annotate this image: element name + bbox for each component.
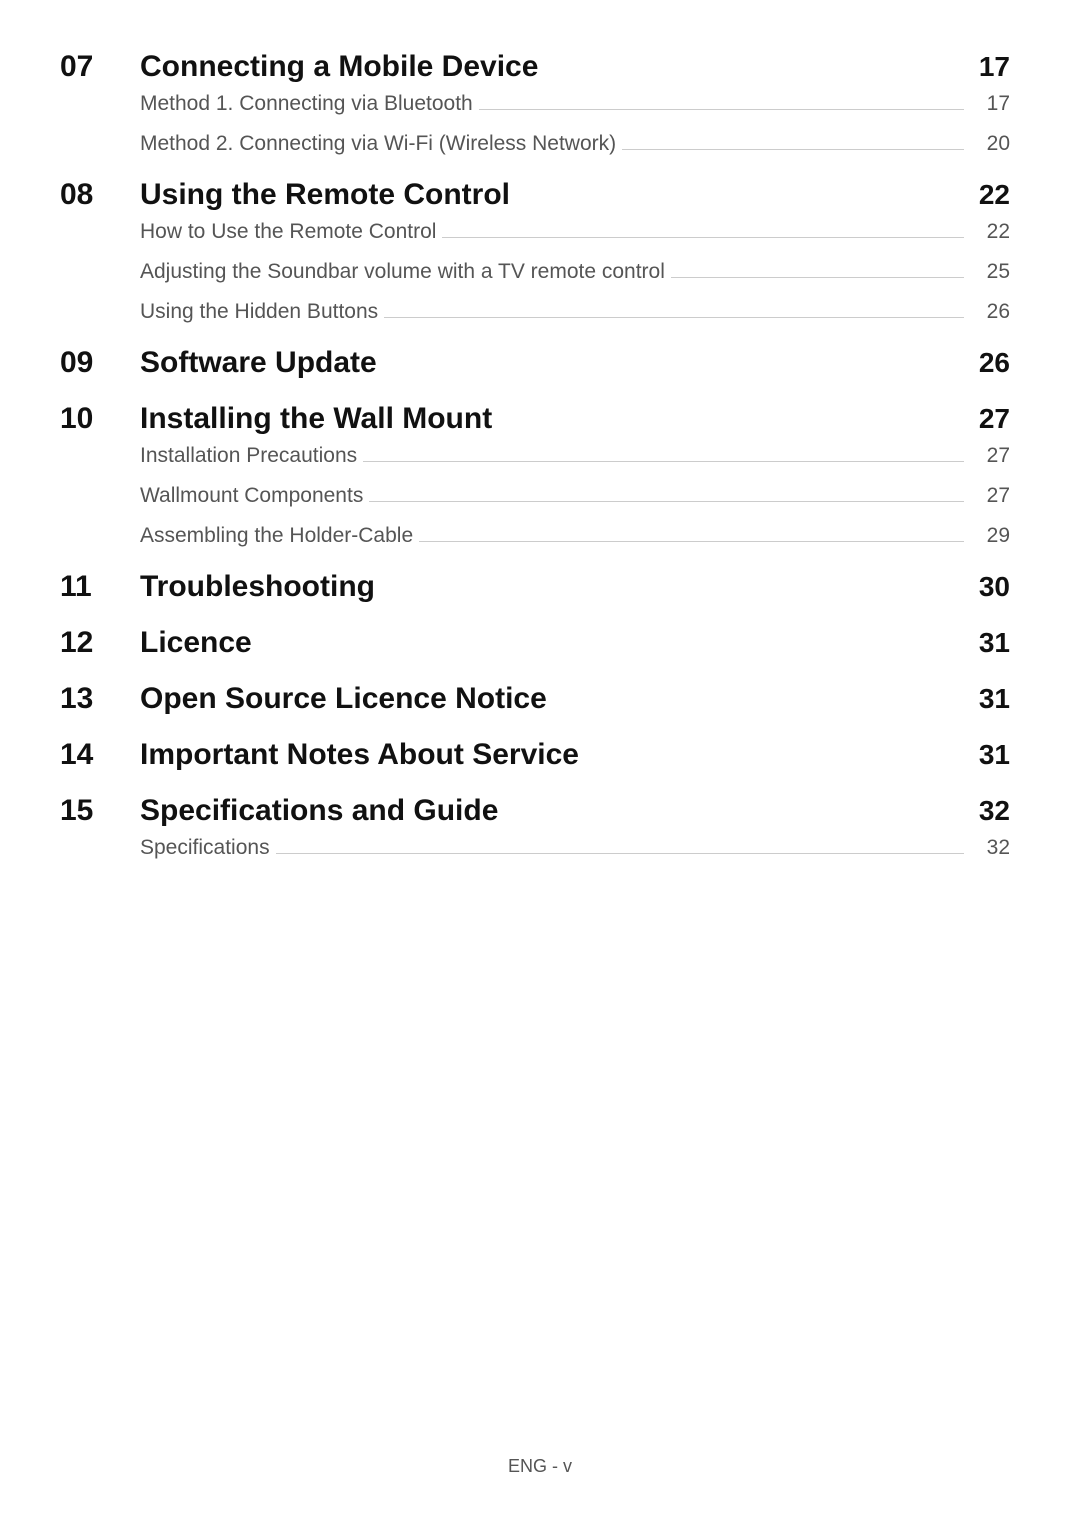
leader-line [363, 461, 964, 462]
toc-section: 13Open Source Licence Notice31 [60, 682, 1010, 716]
toc-section: 08Using the Remote Control22How to Use t… [60, 178, 1010, 324]
toc-subitem[interactable]: Method 1. Connecting via Bluetooth 17 [60, 92, 1010, 116]
leader-line [369, 501, 964, 502]
subitem-page: 27 [970, 484, 1010, 508]
toc-subitem[interactable]: Assembling the Holder-Cable 29 [60, 524, 1010, 548]
subitem-page: 17 [970, 92, 1010, 116]
section-page: 17 [950, 51, 1010, 83]
section-page: 30 [950, 571, 1010, 603]
leader-line [671, 277, 964, 278]
leader-line [442, 237, 964, 238]
subitem-page: 26 [970, 300, 1010, 324]
section-title: Troubleshooting [140, 570, 950, 604]
section-title: Specifications and Guide [140, 794, 950, 828]
toc-section: 12Licence31 [60, 626, 1010, 660]
toc-subitem[interactable]: Method 2. Connecting via Wi-Fi (Wireless… [60, 132, 1010, 156]
section-page: 31 [950, 739, 1010, 771]
subitem-title: Installation Precautions [140, 444, 357, 468]
subitem-title: Wallmount Components [140, 484, 363, 508]
leader-line [276, 853, 964, 854]
leader-line [384, 317, 964, 318]
toc-section: 10Installing the Wall Mount27Installatio… [60, 402, 1010, 548]
toc-section-header[interactable]: 09Software Update26 [60, 346, 1010, 380]
leader-line [622, 149, 964, 150]
subitem-page: 20 [970, 132, 1010, 156]
section-number: 14 [60, 738, 140, 772]
section-title: Using the Remote Control [140, 178, 950, 212]
section-title: Open Source Licence Notice [140, 682, 950, 716]
section-number: 13 [60, 682, 140, 716]
section-number: 11 [60, 570, 140, 604]
toc-section-header[interactable]: 11Troubleshooting30 [60, 570, 1010, 604]
toc-subitem[interactable]: Adjusting the Soundbar volume with a TV … [60, 260, 1010, 284]
subitem-page: 32 [970, 836, 1010, 860]
subitem-page: 29 [970, 524, 1010, 548]
section-page: 22 [950, 179, 1010, 211]
section-page: 31 [950, 627, 1010, 659]
subitem-page: 27 [970, 444, 1010, 468]
section-page: 26 [950, 347, 1010, 379]
section-title: Software Update [140, 346, 950, 380]
toc-section-header[interactable]: 13Open Source Licence Notice31 [60, 682, 1010, 716]
toc-section: 14Important Notes About Service31 [60, 738, 1010, 772]
subitem-title: Using the Hidden Buttons [140, 300, 378, 324]
subitem-title: Assembling the Holder-Cable [140, 524, 413, 548]
toc-subitem[interactable]: Installation Precautions 27 [60, 444, 1010, 468]
toc-section: 11Troubleshooting30 [60, 570, 1010, 604]
subitem-title: Adjusting the Soundbar volume with a TV … [140, 260, 665, 284]
section-page: 27 [950, 403, 1010, 435]
leader-line [419, 541, 964, 542]
section-number: 07 [60, 50, 140, 84]
section-page: 31 [950, 683, 1010, 715]
toc-subitem[interactable]: Specifications 32 [60, 836, 1010, 860]
page-footer: ENG - v [0, 1456, 1080, 1477]
toc-section: 07Connecting a Mobile Device17Method 1. … [60, 50, 1010, 156]
subitem-page: 25 [970, 260, 1010, 284]
section-title: Installing the Wall Mount [140, 402, 950, 436]
toc-section-header[interactable]: 15Specifications and Guide32 [60, 794, 1010, 828]
toc-section-header[interactable]: 07Connecting a Mobile Device17 [60, 50, 1010, 84]
section-title: Licence [140, 626, 950, 660]
subitem-page: 22 [970, 220, 1010, 244]
toc-section: 09Software Update26 [60, 346, 1010, 380]
section-number: 09 [60, 346, 140, 380]
leader-line [479, 109, 964, 110]
toc-subitem[interactable]: Using the Hidden Buttons 26 [60, 300, 1010, 324]
section-title: Connecting a Mobile Device [140, 50, 950, 84]
subitem-title: Method 1. Connecting via Bluetooth [140, 92, 473, 116]
subitem-title: How to Use the Remote Control [140, 220, 436, 244]
table-of-contents: 07Connecting a Mobile Device17Method 1. … [60, 50, 1010, 860]
toc-subitem[interactable]: How to Use the Remote Control 22 [60, 220, 1010, 244]
toc-section: 15Specifications and Guide32Specificatio… [60, 794, 1010, 860]
section-number: 08 [60, 178, 140, 212]
section-number: 15 [60, 794, 140, 828]
section-page: 32 [950, 795, 1010, 827]
subitem-title: Method 2. Connecting via Wi-Fi (Wireless… [140, 132, 616, 156]
section-number: 12 [60, 626, 140, 660]
section-title: Important Notes About Service [140, 738, 950, 772]
toc-section-header[interactable]: 08Using the Remote Control22 [60, 178, 1010, 212]
subitem-title: Specifications [140, 836, 270, 860]
toc-section-header[interactable]: 12Licence31 [60, 626, 1010, 660]
toc-section-header[interactable]: 14Important Notes About Service31 [60, 738, 1010, 772]
toc-section-header[interactable]: 10Installing the Wall Mount27 [60, 402, 1010, 436]
toc-subitem[interactable]: Wallmount Components 27 [60, 484, 1010, 508]
section-number: 10 [60, 402, 140, 436]
